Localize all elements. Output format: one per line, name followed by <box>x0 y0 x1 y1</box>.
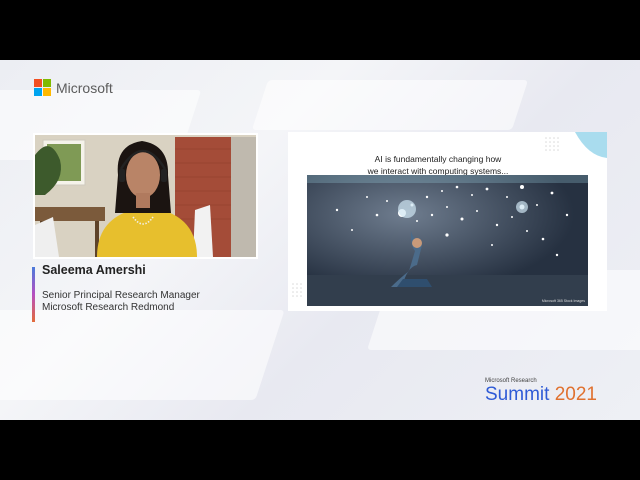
background-pane <box>251 80 529 130</box>
event-name: Summit <box>485 384 550 405</box>
video-stage: Microsoft Saleema Amershi Senior Princip… <box>0 60 640 420</box>
slide-title: AI is fundamentally changing how we inte… <box>288 153 588 177</box>
microsoft-squares-icon <box>34 79 51 96</box>
presentation-slide: AI is fundamentally changing how we inte… <box>288 132 607 311</box>
name-accent-bar <box>32 267 35 322</box>
speaker-title: Senior Principal Research Manager <box>42 290 200 301</box>
microsoft-logo: Microsoft <box>34 79 113 96</box>
event-year: 2021 <box>554 384 597 405</box>
background-pane <box>0 310 285 400</box>
slide-image <box>307 175 588 306</box>
slide-title-line: AI is fundamentally changing how <box>374 154 502 164</box>
logo-text: Microsoft <box>56 79 113 96</box>
speaker-video-frame <box>35 135 256 257</box>
speaker-video <box>33 133 258 259</box>
image-credit: Microsoft 365 Stock Images <box>541 299 585 303</box>
speaker-org: Microsoft Research Redmond <box>42 302 175 313</box>
speaker-name: Saleema Amershi <box>42 263 146 277</box>
event-title: Summit 2021 <box>485 384 597 406</box>
